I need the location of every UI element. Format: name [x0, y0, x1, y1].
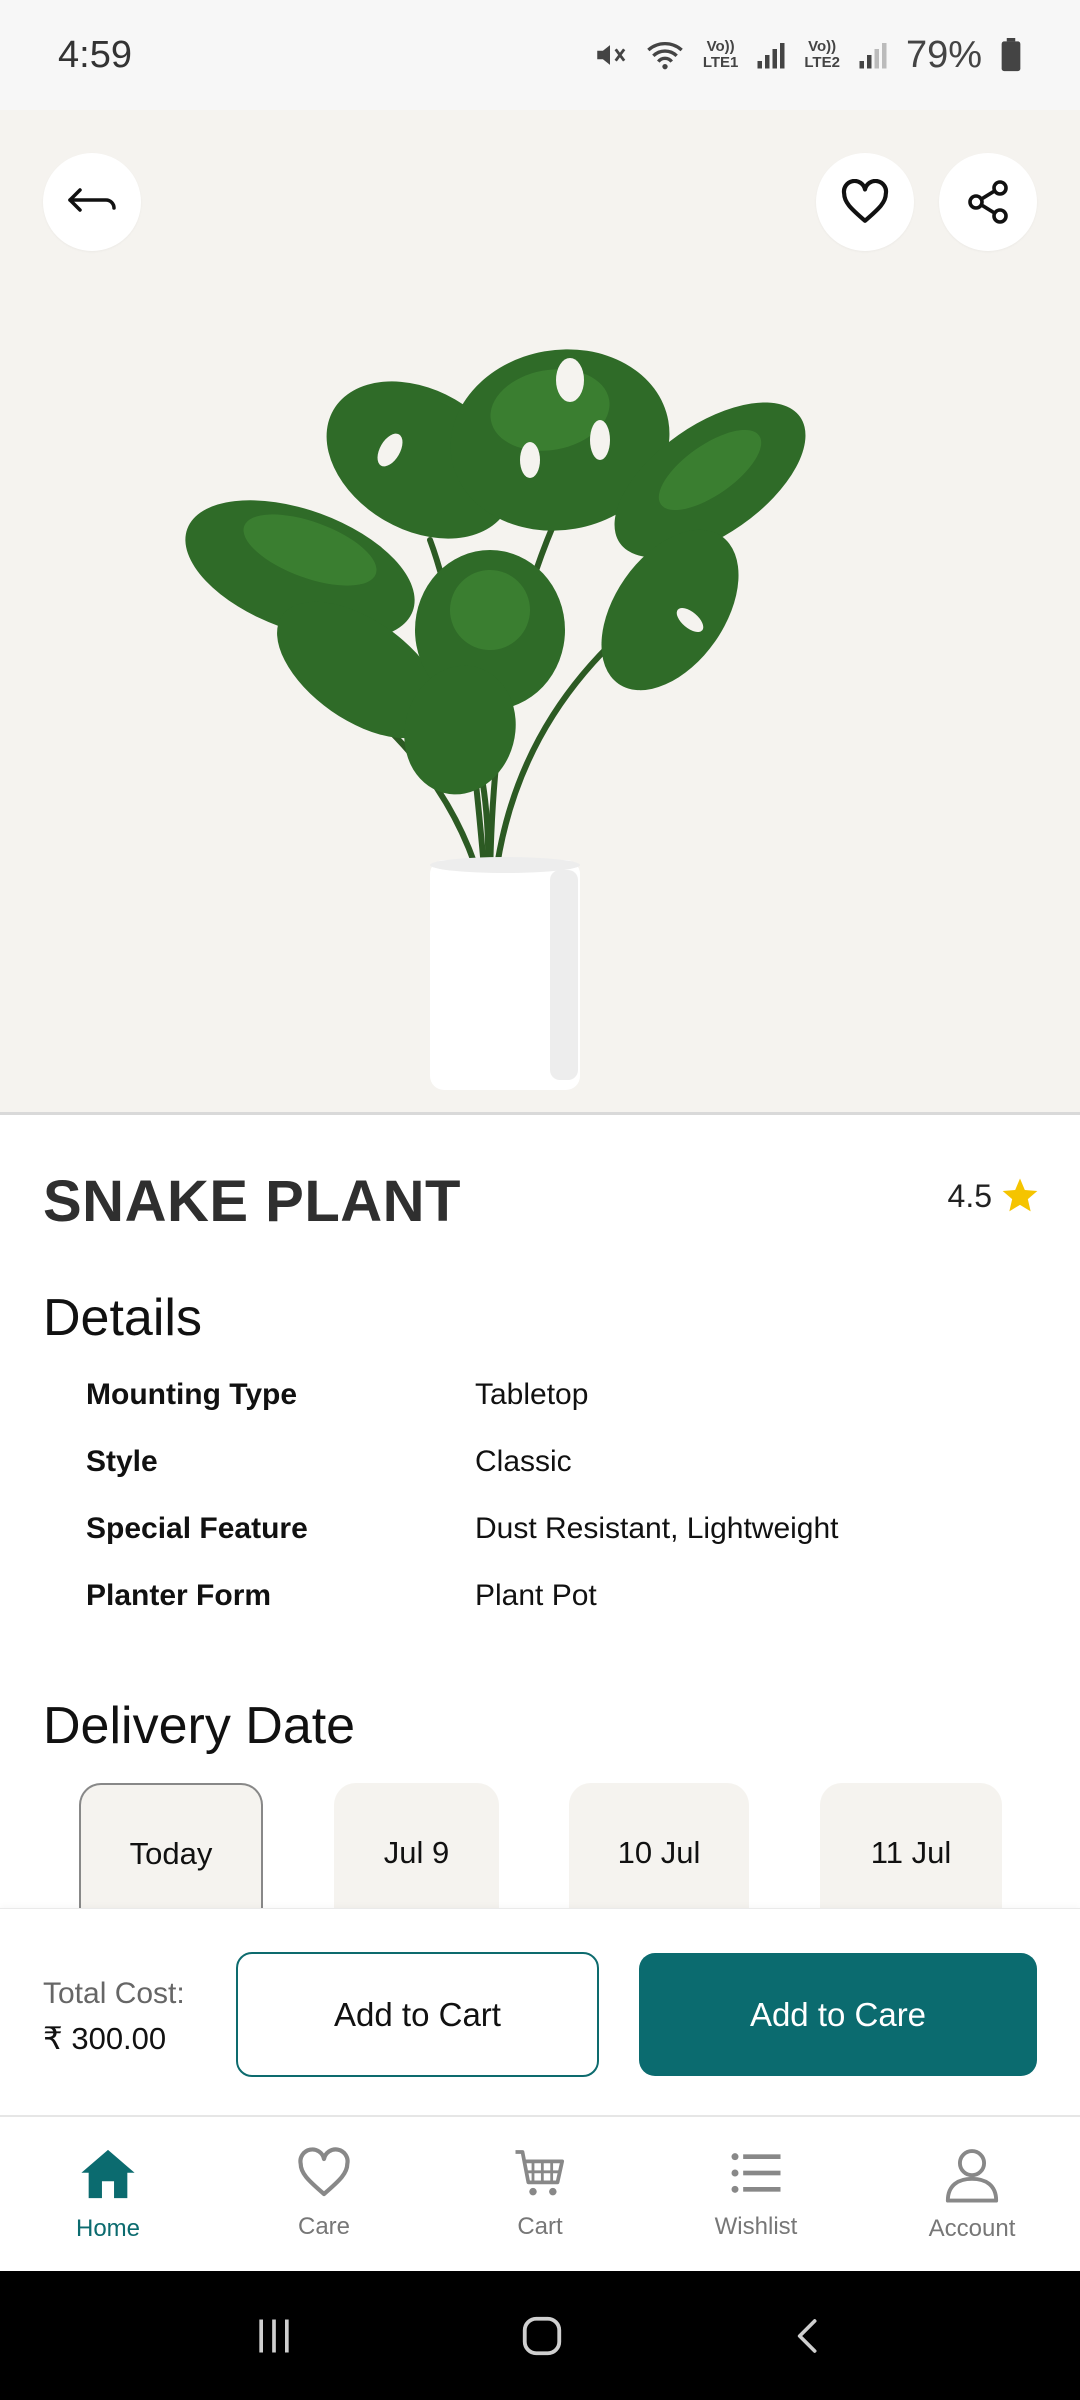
wifi-icon [647, 42, 683, 70]
date-chip-11-jul[interactable]: 11 Jul [820, 1783, 1002, 1913]
nav-label-account: Account [928, 2215, 1016, 2242]
home-button-icon[interactable] [519, 2313, 565, 2359]
nav-label-wishlist: Wishlist [714, 2213, 798, 2240]
back-arrow-icon [68, 188, 116, 212]
detail-key: Planter Form [86, 1579, 272, 1612]
back-nav-icon[interactable] [788, 2314, 828, 2358]
detail-row: Style Classic [86, 1445, 986, 1512]
person-icon [945, 2149, 999, 2203]
back-button[interactable] [43, 153, 141, 251]
detail-row: Special Feature Dust Resistant, Lightwei… [86, 1512, 986, 1579]
home-icon [81, 2149, 135, 2199]
rating-value: 4.5 [947, 1177, 992, 1214]
nav-item-cart[interactable]: Cart [432, 2117, 648, 2271]
favorite-button[interactable] [816, 153, 914, 251]
add-to-cart-button[interactable]: Add to Cart [236, 1952, 599, 2077]
plant-illustration [185, 349, 806, 1090]
add-to-care-button[interactable]: Add to Care [639, 1953, 1037, 2076]
total-cost-value: ₹ 300.00 [43, 2021, 167, 2056]
detail-value: Dust Resistant, Lightweight [475, 1512, 839, 1545]
nav-item-account[interactable]: Account [864, 2117, 1080, 2271]
mute-icon [597, 45, 626, 65]
nav-item-wishlist[interactable]: Wishlist [648, 2117, 864, 2271]
detail-key: Style [86, 1445, 158, 1478]
cart-icon [515, 2150, 565, 2196]
detail-row: Mounting Type Tabletop [86, 1378, 986, 1445]
detail-value: Classic [475, 1445, 572, 1478]
date-chip-jul-9[interactable]: Jul 9 [334, 1783, 499, 1913]
recent-apps-icon[interactable] [252, 2314, 296, 2358]
lte1-label: Vo)) LTE1 [702, 38, 739, 71]
detail-value: Tabletop [475, 1378, 589, 1411]
total-cost-label: Total Cost: [43, 1977, 185, 2010]
list-icon [731, 2153, 781, 2193]
heart-icon [298, 2147, 350, 2197]
battery-icon [1001, 38, 1021, 72]
nav-item-care[interactable]: Care [216, 2117, 432, 2271]
status-time: 4:59 [58, 33, 132, 76]
nav-label-home: Home [75, 2215, 141, 2242]
product-rating: 4.5 [948, 1176, 1040, 1216]
detail-row: Planter Form Plant Pot [86, 1579, 986, 1646]
share-button[interactable] [939, 153, 1037, 251]
status-bar: 4:59 Vo)) LTE1 Vo)) LTE2 79% [0, 0, 1080, 110]
heart-icon [841, 179, 889, 223]
bottom-navigation: Home Care Cart Wishlist Account [0, 2115, 1080, 2271]
star-icon [1002, 1178, 1038, 1212]
details-table: Mounting Type Tabletop Style Classic Spe… [86, 1378, 986, 1646]
date-chip-today[interactable]: Today [79, 1783, 263, 1913]
date-chip-10-jul[interactable]: 10 Jul [569, 1783, 749, 1913]
battery-percent: 79% [905, 33, 982, 76]
share-icon [968, 180, 1008, 224]
nav-item-home[interactable]: Home [0, 2117, 216, 2271]
status-icons: Vo)) LTE1 Vo)) LTE2 79% [593, 34, 1022, 77]
product-title: SNAKE PLANT [43, 1169, 461, 1234]
signal-icon [757, 43, 785, 69]
signal-icon-2 [859, 43, 887, 69]
system-navigation-bar [0, 2271, 1080, 2400]
detail-key: Mounting Type [86, 1378, 298, 1411]
detail-value: Plant Pot [475, 1579, 597, 1612]
purchase-bar: Total Cost: ₹ 300.00 Add to Cart Add to … [0, 1908, 1080, 2115]
detail-key: Special Feature [86, 1512, 308, 1545]
product-image-area [0, 110, 1080, 1115]
lte2-label: Vo)) LTE2 [804, 38, 840, 71]
nav-label-care: Care [297, 2213, 351, 2240]
delivery-heading: Delivery Date [43, 1697, 356, 1755]
nav-label-cart: Cart [517, 2213, 563, 2240]
details-heading: Details [43, 1289, 202, 1347]
